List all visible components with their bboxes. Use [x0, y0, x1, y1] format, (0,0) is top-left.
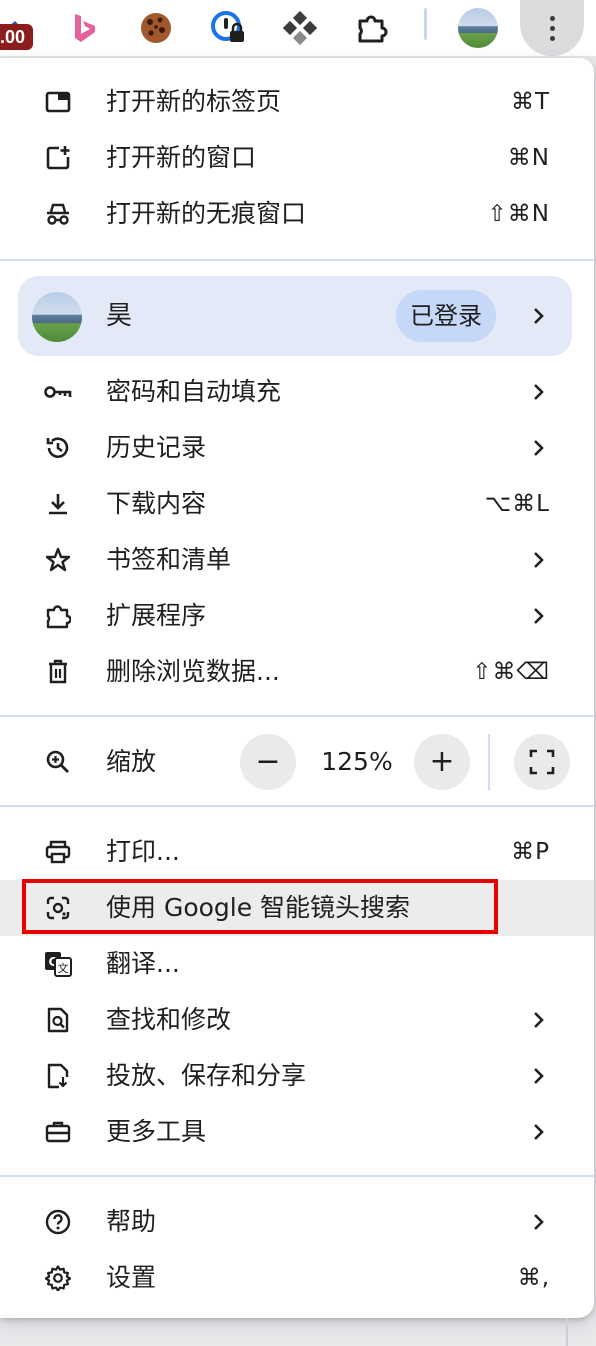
- gear-icon: [44, 1264, 72, 1292]
- menu-item-new-window[interactable]: 打开新的窗口 ⌘N: [0, 130, 594, 186]
- find-edit-label: 查找和修改: [106, 1005, 232, 1034]
- more-menu-icon[interactable]: [520, 0, 584, 56]
- menu-item-settings[interactable]: 设置 ⌘,: [0, 1250, 594, 1306]
- menu-item-cast-save-share[interactable]: 投放、保存和分享: [0, 1048, 594, 1104]
- signed-in-chip: 已登录: [396, 290, 496, 342]
- fullscreen-icon: [529, 749, 555, 775]
- chevron-right-icon: [534, 384, 544, 400]
- browser-toolbar: .00: [0, 0, 596, 56]
- help-icon: [44, 1208, 72, 1236]
- incognito-shortcut: ⇧⌘N: [487, 201, 550, 227]
- window-edge: [566, 1318, 568, 1346]
- menu-divider: [0, 805, 594, 807]
- menu-item-downloads[interactable]: 下载内容 ⌥⌘L: [0, 476, 594, 532]
- print-shortcut: ⌘P: [511, 839, 550, 865]
- puzzle-extension-icon[interactable]: [352, 8, 392, 48]
- clear-data-label: 删除浏览数据...: [106, 657, 280, 686]
- incognito-icon: [44, 200, 72, 228]
- menu-item-find-edit[interactable]: 查找和修改: [0, 992, 594, 1048]
- extension-badge: .00: [0, 24, 34, 50]
- new-window-label: 打开新的窗口: [106, 143, 257, 172]
- print-label: 打印...: [106, 837, 180, 866]
- menu-item-print[interactable]: 打印... ⌘P: [0, 824, 594, 880]
- zoom-in-icon: [44, 748, 72, 776]
- save-page-icon: [44, 1062, 72, 1090]
- menu-item-bookmarks[interactable]: 书签和清单: [0, 532, 594, 588]
- zoom-out-button[interactable]: −: [240, 734, 296, 790]
- puzzle-icon: [44, 602, 72, 630]
- bookmarks-label: 书签和清单: [106, 545, 232, 574]
- profile-avatar[interactable]: [458, 8, 498, 48]
- key-icon: [44, 378, 72, 406]
- menu-item-history[interactable]: 历史记录: [0, 420, 594, 476]
- chevron-right-icon: [534, 308, 544, 324]
- new-tab-label: 打开新的标签页: [106, 87, 282, 116]
- printer-icon: [44, 838, 72, 866]
- bing-icon[interactable]: [64, 8, 104, 48]
- translate-label: 翻译...: [106, 949, 180, 978]
- svg-text:文: 文: [58, 961, 69, 975]
- menu-item-clear-data[interactable]: 删除浏览数据... ⇧⌘⌫: [0, 644, 594, 700]
- chevron-right-icon: [534, 552, 544, 568]
- zoom-label: 缩放: [106, 747, 157, 776]
- menu-divider: [0, 715, 594, 717]
- help-label: 帮助: [106, 1207, 157, 1236]
- toolbar-separator: [424, 8, 427, 40]
- fullscreen-button[interactable]: [514, 734, 570, 790]
- new-window-icon: [44, 144, 72, 172]
- cookie-icon[interactable]: [136, 8, 176, 48]
- password-lock-icon[interactable]: [208, 8, 248, 48]
- chevron-right-icon: [534, 1124, 544, 1140]
- cast-save-share-label: 投放、保存和分享: [106, 1061, 307, 1090]
- downloads-shortcut: ⌥⌘L: [484, 491, 550, 517]
- menu-item-passwords[interactable]: 密码和自动填充: [0, 364, 594, 420]
- highlight-annotation-box: [22, 879, 498, 934]
- incognito-label: 打开新的无痕窗口: [106, 199, 307, 228]
- new-window-shortcut: ⌘N: [507, 145, 550, 171]
- menu-divider: [0, 1175, 594, 1177]
- menu-divider: [0, 259, 594, 261]
- zoom-label-row: 缩放: [0, 734, 594, 790]
- extensions-label: 扩展程序: [106, 601, 207, 630]
- settings-shortcut: ⌘,: [517, 1265, 550, 1291]
- downloads-label: 下载内容: [106, 489, 207, 518]
- profile-name: 昊: [106, 301, 133, 331]
- chevron-right-icon: [534, 1214, 544, 1230]
- zoom-separator: [488, 734, 490, 790]
- menu-item-translate[interactable]: G文 翻译...: [0, 936, 594, 992]
- toolbox-icon: [44, 1118, 72, 1146]
- menu-item-help[interactable]: 帮助: [0, 1194, 594, 1250]
- settings-label: 设置: [106, 1263, 157, 1292]
- profile-row[interactable]: 昊 已登录: [18, 276, 572, 356]
- diamond-tiles-icon[interactable]: [280, 8, 320, 48]
- menu-item-extensions[interactable]: 扩展程序: [0, 588, 594, 644]
- menu-item-incognito[interactable]: 打开新的无痕窗口 ⇧⌘N: [0, 186, 594, 242]
- clear-data-shortcut: ⇧⌘⌫: [472, 659, 550, 685]
- passwords-label: 密码和自动填充: [106, 377, 282, 406]
- download-icon: [44, 490, 72, 518]
- chevron-right-icon: [534, 1068, 544, 1084]
- menu-item-more-tools[interactable]: 更多工具: [0, 1104, 594, 1160]
- zoom-level: 125%: [321, 747, 393, 776]
- zoom-in-button[interactable]: +: [414, 734, 470, 790]
- history-icon: [44, 434, 72, 462]
- menu-item-new-tab[interactable]: 打开新的标签页 ⌘T: [0, 74, 594, 130]
- chevron-right-icon: [534, 608, 544, 624]
- chevron-right-icon: [534, 1012, 544, 1028]
- find-page-icon: [44, 1006, 72, 1034]
- star-icon: [44, 546, 72, 574]
- profile-avatar-image: [32, 292, 82, 342]
- translate-icon: G文: [44, 950, 72, 978]
- trash-icon: [44, 658, 72, 686]
- new-tab-shortcut: ⌘T: [510, 89, 550, 115]
- new-tab-icon: [44, 88, 72, 116]
- more-tools-label: 更多工具: [106, 1117, 207, 1146]
- chrome-main-menu: 打开新的标签页 ⌘T 打开新的窗口 ⌘N 打开新的无痕窗口 ⇧⌘N 昊 已登录 …: [0, 58, 594, 1318]
- history-label: 历史记录: [106, 433, 207, 462]
- chevron-right-icon: [534, 440, 544, 456]
